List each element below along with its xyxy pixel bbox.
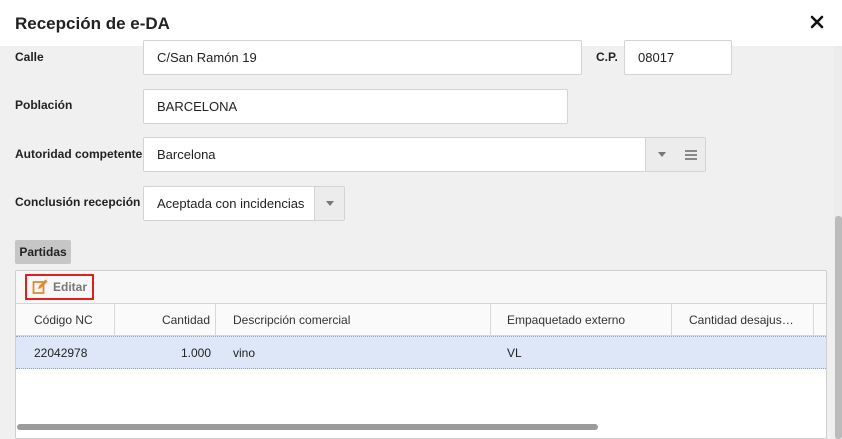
cp-label: C.P.	[596, 50, 618, 64]
column-header-empaquetado[interactable]: Empaquetado externo	[491, 304, 672, 336]
conclusion-value: Aceptada con incidencias	[157, 196, 305, 211]
column-header-codigo-nc[interactable]: Código NC	[16, 304, 115, 336]
edit-button[interactable]: Editar	[25, 274, 94, 300]
autoridad-label: Autoridad competente	[15, 147, 143, 161]
cell-cantidad: 1.000	[180, 345, 211, 360]
autoridad-dropdown-button[interactable]	[645, 138, 677, 171]
calle-field[interactable]: C/San Ramón 19	[143, 40, 582, 75]
grid-horizontal-scrollbar[interactable]	[16, 423, 826, 431]
poblacion-value: BARCELONA	[157, 99, 238, 114]
partidas-tab[interactable]: Partidas	[15, 240, 71, 264]
calle-label: Calle	[15, 50, 44, 64]
conclusion-dropdown-button[interactable]	[314, 187, 344, 220]
poblacion-field[interactable]: BARCELONA	[143, 89, 568, 124]
grid-header: Código NC Cantidad Descripción comercial…	[16, 304, 826, 336]
cell-empaquetado: VL	[507, 345, 522, 360]
close-icon[interactable]	[808, 13, 826, 31]
chevron-down-icon	[657, 152, 666, 157]
calle-value: C/San Ramón 19	[157, 50, 257, 65]
edit-button-label: Editar	[53, 280, 88, 294]
menu-icon	[685, 149, 697, 160]
cp-value: 08017	[638, 50, 675, 65]
scrollbar-thumb[interactable]	[17, 424, 598, 430]
column-header-cantidad[interactable]: Cantidad	[115, 304, 216, 336]
autoridad-list-button[interactable]	[677, 137, 706, 172]
reception-dialog: Recepción de e-DA Calle C/San Ramón 19 C…	[0, 0, 842, 439]
partidas-grid: Editar Código NC Cantidad Descripción co…	[15, 270, 827, 439]
chevron-down-icon	[325, 201, 334, 206]
cell-codigo-nc: 22042978	[34, 345, 88, 360]
scrollbar-thumb[interactable]	[835, 216, 842, 439]
autoridad-select[interactable]: Barcelona	[143, 137, 678, 172]
column-header-cantidad-desajuste[interactable]: Cantidad desajus…	[672, 304, 814, 336]
table-row[interactable]: 22042978 1.000 vino VL	[16, 336, 826, 369]
cp-field[interactable]: 08017	[624, 40, 732, 75]
grid-toolbar: Editar	[16, 271, 826, 304]
edit-icon	[32, 279, 48, 294]
poblacion-label: Población	[15, 98, 73, 112]
dialog-title: Recepción de e-DA	[15, 14, 170, 33]
column-header-descripcion[interactable]: Descripción comercial	[216, 304, 491, 336]
autoridad-value: Barcelona	[157, 147, 216, 162]
cell-descripcion: vino	[233, 345, 256, 360]
dialog-vertical-scrollbar[interactable]	[834, 46, 842, 439]
conclusion-label: Conclusión recepción	[15, 195, 141, 209]
